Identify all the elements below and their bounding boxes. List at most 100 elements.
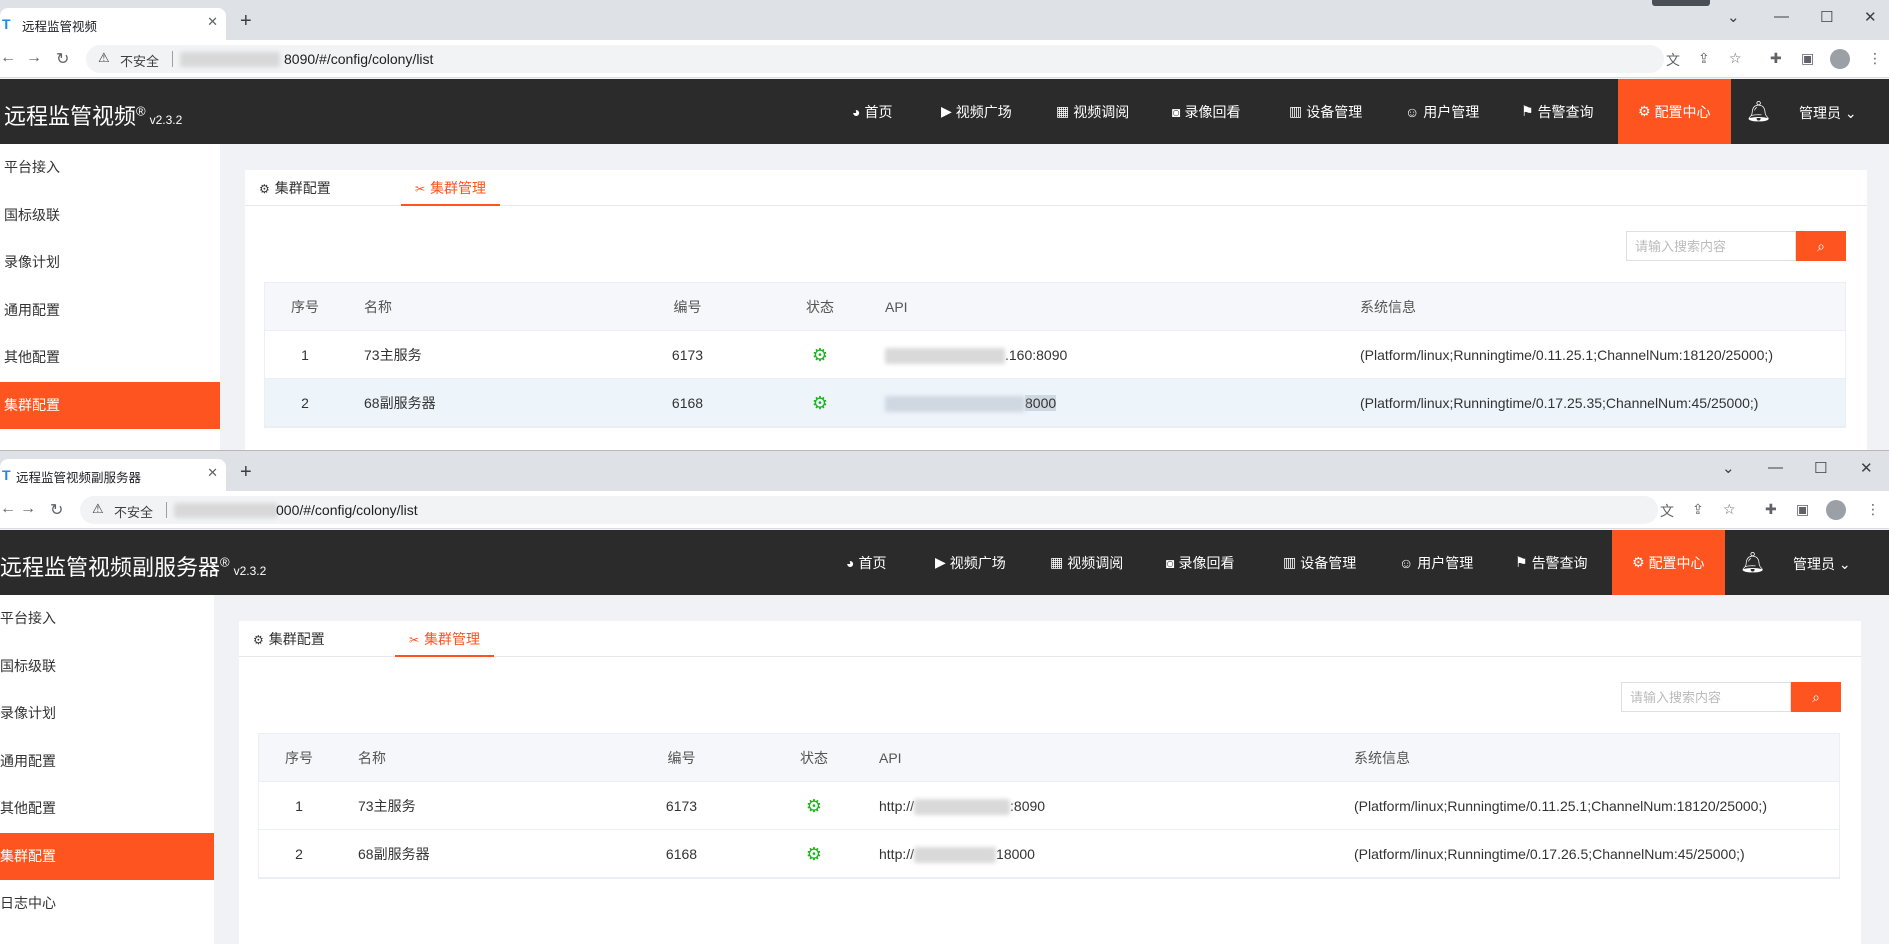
tab-title: 远程监管视频副服务器 (16, 471, 142, 485)
notification-bell-icon[interactable]: 🔔︎ (1746, 99, 1771, 124)
address-bar[interactable]: ⚠ 不安全 8090/#/config/colony/list (86, 45, 1664, 73)
nav-device-management[interactable]: ▥ 设备管理 (1283, 530, 1356, 595)
sidebar-item-general-config[interactable]: 通用配置 (0, 738, 214, 786)
sidebar-item-gb-cascade[interactable]: 国标级联 (0, 643, 214, 691)
reload-icon[interactable]: ↻ (56, 49, 69, 69)
browser-menu-icon[interactable]: ⋮ (1868, 50, 1882, 67)
table-row[interactable]: 1 73主服务 6173 ⚙ http://:8090 (Platform/li… (259, 782, 1839, 830)
tab-title: 远程监管视频 (22, 20, 98, 34)
minimize-icon[interactable]: — (1768, 459, 1783, 476)
nav-video-browse[interactable]: ▦ 视频调阅 (1050, 530, 1123, 595)
bookmark-star-icon[interactable]: ☆ (1723, 501, 1736, 518)
sidebar-item-cluster-config[interactable]: 集群配置 (0, 832, 214, 880)
search-button[interactable]: ⌕ (1796, 231, 1846, 261)
main-panel: ⚙ 集群配置 ✂ 集群管理 ⌕ 序号 名称 编号 状态 API 系统信息 1 73主… (245, 170, 1867, 450)
tab-search-icon[interactable]: ⌄ (1722, 459, 1735, 477)
nav-user-management[interactable]: ☺ 用户管理 (1399, 530, 1473, 595)
browser-window-secondary: T 远程监管视频副服务器 ✕ + ⌄ — ☐ ✕ ← → ↻ ⚠ 不安全 000… (0, 450, 1889, 944)
nav-playback[interactable]: ◙ 录像回看 (1166, 530, 1234, 595)
nav-video-square[interactable]: ▶ 视频广场 (935, 530, 1006, 595)
tab-cluster-config[interactable]: ⚙ 集群配置 (245, 170, 345, 206)
sidebar-item-record-plan[interactable]: 录像计划 (0, 239, 220, 287)
tab-close-icon[interactable]: ✕ (207, 465, 218, 481)
bookmark-star-icon[interactable]: ☆ (1729, 50, 1742, 67)
browser-tab[interactable]: T 远程监管视频 ✕ (0, 8, 226, 40)
sidebar-item-platform-access[interactable]: 平台接入 (0, 144, 220, 192)
api-scheme: http:// (879, 846, 915, 862)
admin-label: 管理员 (1793, 556, 1835, 572)
browser-tab[interactable]: T 远程监管视频副服务器 ✕ (0, 459, 226, 491)
new-tab-icon[interactable]: + (240, 11, 252, 31)
share-icon[interactable]: ⇪ (1698, 50, 1710, 67)
address-bar[interactable]: ⚠ 不安全 000/#/config/colony/list (80, 496, 1658, 524)
browser-menu-icon[interactable]: ⋮ (1866, 501, 1880, 518)
side-panel-icon[interactable]: ▣ (1796, 501, 1809, 518)
dashboard-icon: ◕ (852, 103, 861, 120)
profile-avatar[interactable] (1826, 500, 1846, 520)
forward-icon[interactable]: → (20, 500, 36, 518)
cell-no: 2 (301, 395, 309, 411)
share-icon[interactable]: ⇪ (1692, 501, 1704, 518)
close-window-icon[interactable]: ✕ (1860, 459, 1873, 477)
search-input[interactable] (1621, 682, 1791, 712)
table-row[interactable]: 1 73主服务 6173 ⚙ .160:8090 (Platform/linux… (265, 331, 1845, 379)
sidebar-item-platform-access[interactable]: 平台接入 (0, 595, 214, 643)
nav-device-management[interactable]: ▥ 设备管理 (1289, 79, 1362, 144)
maximize-icon[interactable]: ☐ (1820, 8, 1833, 26)
nav-playback[interactable]: ◙ 录像回看 (1172, 79, 1240, 144)
nav-config-center[interactable]: ⚙ 配置中心 (1612, 530, 1725, 595)
sidebar-item-cluster-config[interactable]: 集群配置 (0, 381, 220, 429)
extensions-icon[interactable]: ✚ (1765, 501, 1777, 518)
nav-video-browse[interactable]: ▦ 视频调阅 (1056, 79, 1129, 144)
sidebar-item-general-config[interactable]: 通用配置 (0, 287, 220, 335)
nav-config-center[interactable]: ⚙ 配置中心 (1618, 79, 1731, 144)
tab-label: 集群配置 (268, 631, 325, 647)
translate-icon[interactable]: 文 (1666, 50, 1680, 70)
minimize-icon[interactable]: — (1774, 8, 1789, 25)
back-icon[interactable]: ← (0, 500, 16, 518)
table-row[interactable]: 2 68副服务器 6168 ⚙ 8000 (Platform/linux;Run… (265, 379, 1845, 427)
nav-video-square[interactable]: ▶ 视频广场 (941, 79, 1012, 144)
forward-icon[interactable]: → (26, 49, 42, 67)
notification-bell-icon[interactable]: 🔔︎ (1740, 550, 1765, 575)
redacted-address (885, 396, 1025, 413)
new-tab-icon[interactable]: + (240, 462, 252, 482)
app-version: v2.3.2 (233, 564, 267, 578)
close-window-icon[interactable]: ✕ (1864, 8, 1877, 26)
profile-avatar[interactable] (1830, 49, 1850, 69)
cell-name: 73主服务 (358, 798, 416, 814)
cluster-table: 序号 名称 编号 状态 API 系统信息 1 73主服务 6173 ⚙ http… (258, 733, 1840, 879)
nav-home[interactable]: ◕ 首页 (846, 530, 886, 595)
back-icon[interactable]: ← (0, 49, 16, 67)
tab-cluster-manage[interactable]: ✂ 集群管理 (395, 621, 495, 657)
nav-user-management[interactable]: ☺ 用户管理 (1405, 79, 1479, 144)
sidebar-item-other-config[interactable]: 其他配置 (0, 334, 220, 382)
sidebar-item-gb-cascade[interactable]: 国标级联 (0, 192, 220, 240)
tab-close-icon[interactable]: ✕ (207, 14, 218, 30)
sidebar-item-log-center[interactable]: 日志中心 (0, 880, 214, 928)
search-input[interactable] (1626, 231, 1796, 261)
tab-cluster-manage[interactable]: ✂ 集群管理 (401, 170, 501, 206)
side-panel-icon[interactable]: ▣ (1801, 50, 1814, 67)
reload-icon[interactable]: ↻ (50, 500, 63, 520)
nav-alarm-query[interactable]: ⚑ 告警查询 (1521, 79, 1594, 144)
table-row[interactable]: 2 68副服务器 6168 ⚙ http:// 18000 (Platform/l… (259, 830, 1839, 878)
admin-dropdown[interactable]: 管理员 ⌄ (1799, 103, 1857, 123)
nav-home[interactable]: ◕ 首页 (852, 79, 892, 144)
nav-label: 用户管理 (1423, 103, 1480, 120)
app-header: 远程监管视频副服务器®v2.3.2 ◕ 首页 ▶ 视频广场 ▦ 视频调阅 ◙ 录像回看 … (0, 530, 1889, 595)
omnibox-divider (172, 51, 173, 67)
translate-icon[interactable]: 文 (1660, 501, 1674, 521)
cell-info: (Platform/linux;Runningtime/0.11.25.1;Ch… (1354, 798, 1767, 814)
admin-dropdown[interactable]: 管理员 ⌄ (1793, 554, 1851, 574)
tab-cluster-config[interactable]: ⚙ 集群配置 (239, 621, 339, 657)
search-button[interactable]: ⌕ (1791, 682, 1841, 712)
extensions-icon[interactable]: ✚ (1770, 50, 1782, 67)
cell-api: 8000 (885, 379, 1057, 427)
cell-info: (Platform/linux;Runningtime/0.17.25.35;C… (1360, 395, 1759, 411)
sidebar-item-other-config[interactable]: 其他配置 (0, 785, 214, 833)
sidebar-item-record-plan[interactable]: 录像计划 (0, 690, 214, 738)
tab-search-icon[interactable]: ⌄ (1727, 8, 1740, 26)
maximize-icon[interactable]: ☐ (1814, 459, 1827, 477)
nav-alarm-query[interactable]: ⚑ 告警查询 (1515, 530, 1588, 595)
